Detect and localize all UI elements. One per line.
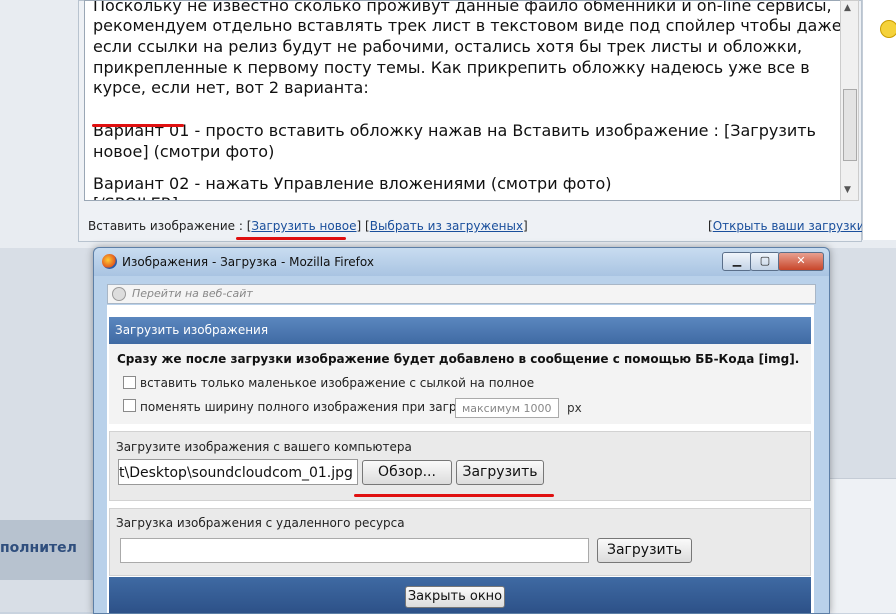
resize-label: поменять ширину полного изображения при … [140, 400, 489, 414]
minimize-button[interactable]: ▁ [722, 252, 752, 271]
max-width-input[interactable]: максимум 1000 [455, 398, 559, 418]
upload-button[interactable]: Загрузить [456, 460, 544, 485]
browse-button[interactable]: Обзор... [362, 460, 452, 485]
remote-url-input[interactable] [120, 538, 589, 563]
bbcode-notice: Сразу же после загрузки изображение буде… [117, 352, 800, 366]
small-image-label: вставить только маленькое изображение с … [140, 376, 535, 390]
editor-variant1-line1: Вариант 01 - просто вставить обложку наж… [93, 121, 816, 140]
window-titlebar[interactable]: Изображения - Загрузка - Mozilla Firefox… [94, 248, 829, 276]
section-title: Загрузить изображения [115, 323, 269, 337]
upload-new-link[interactable]: Загрузить новое [251, 219, 356, 233]
remote-upload-button[interactable]: Загрузить [597, 538, 692, 563]
file-path-input[interactable]: t\Desktop\soundcloudcom_01.jpg [118, 459, 358, 485]
address-bar[interactable]: Перейти на веб-сайт [107, 284, 816, 304]
scrollbar-thumb[interactable] [843, 89, 857, 161]
editor-variant2: Вариант 02 - нажать Управление вложениям… [93, 174, 612, 193]
local-upload-section: Загрузите изображения с вашего компьютер… [109, 431, 811, 501]
choose-uploaded-link[interactable]: Выбрать из загруженых [370, 219, 523, 233]
resize-checkbox[interactable] [123, 399, 136, 412]
local-upload-label: Загрузите изображения с вашего компьютер… [116, 440, 412, 454]
upload-options: Сразу же после загрузки изображение буде… [109, 344, 811, 424]
editor-variant1-line2: новое] (смотри фото) [93, 142, 275, 161]
red-underline-upload-link [236, 237, 346, 240]
popup-footer: Закрыть окно [109, 577, 811, 613]
small-image-checkbox[interactable] [123, 376, 136, 389]
window-title: Изображения - Загрузка - Mozilla Firefox [122, 255, 374, 269]
insert-image-label: Вставить изображение : [88, 219, 243, 233]
address-placeholder: Перейти на веб-сайт [132, 287, 253, 300]
editor-line-4: прикрепленные к первому посту темы. Как … [93, 58, 810, 77]
maximize-button[interactable]: ▢ [750, 252, 780, 271]
right-band [828, 478, 896, 613]
close-window-button[interactable]: ✕ [778, 252, 824, 271]
message-textarea[interactable]: Поскольку не известно сколько проживут д… [84, 0, 841, 201]
red-underline-buttons [354, 494, 554, 497]
insert-image-row: Вставить изображение : [Загрузить новое]… [88, 219, 528, 233]
textarea-scrollbar[interactable]: ▲ ▼ [840, 0, 859, 201]
px-label: px [567, 401, 582, 415]
smiley-icon[interactable] [880, 20, 896, 38]
editor-line-3: если ссылки на релиз будут не рабочими, … [93, 37, 803, 56]
popup-content: Загрузить изображения Сразу же после заг… [107, 305, 814, 613]
globe-icon [112, 287, 126, 301]
editor-spoiler-close: [/SPOILER] [93, 193, 178, 200]
background-side-text: полнител [0, 540, 77, 556]
editor-line-5: курсе, если нет, вот 2 варианта: [93, 78, 369, 97]
open-uploads-link[interactable]: Открыть ваши загрузки [713, 219, 865, 233]
scroll-down-icon[interactable]: ▼ [844, 185, 851, 195]
red-underline-variant [92, 124, 184, 127]
firefox-popup-window: Изображения - Загрузка - Mozilla Firefox… [93, 247, 830, 614]
scroll-up-icon[interactable]: ▲ [844, 3, 851, 13]
section-header: Загрузить изображения [109, 317, 811, 344]
close-popup-button[interactable]: Закрыть окно [405, 586, 505, 608]
open-uploads: [Открыть ваши загрузки] [708, 219, 869, 233]
editor-line-2: рекомендуем отдельно вставлять трек лист… [93, 16, 841, 35]
remote-upload-section: Загрузка изображения с удаленного ресурс… [109, 508, 811, 576]
remote-upload-label: Загрузка изображения с удаленного ресурс… [116, 516, 405, 530]
firefox-logo-icon [102, 254, 117, 269]
